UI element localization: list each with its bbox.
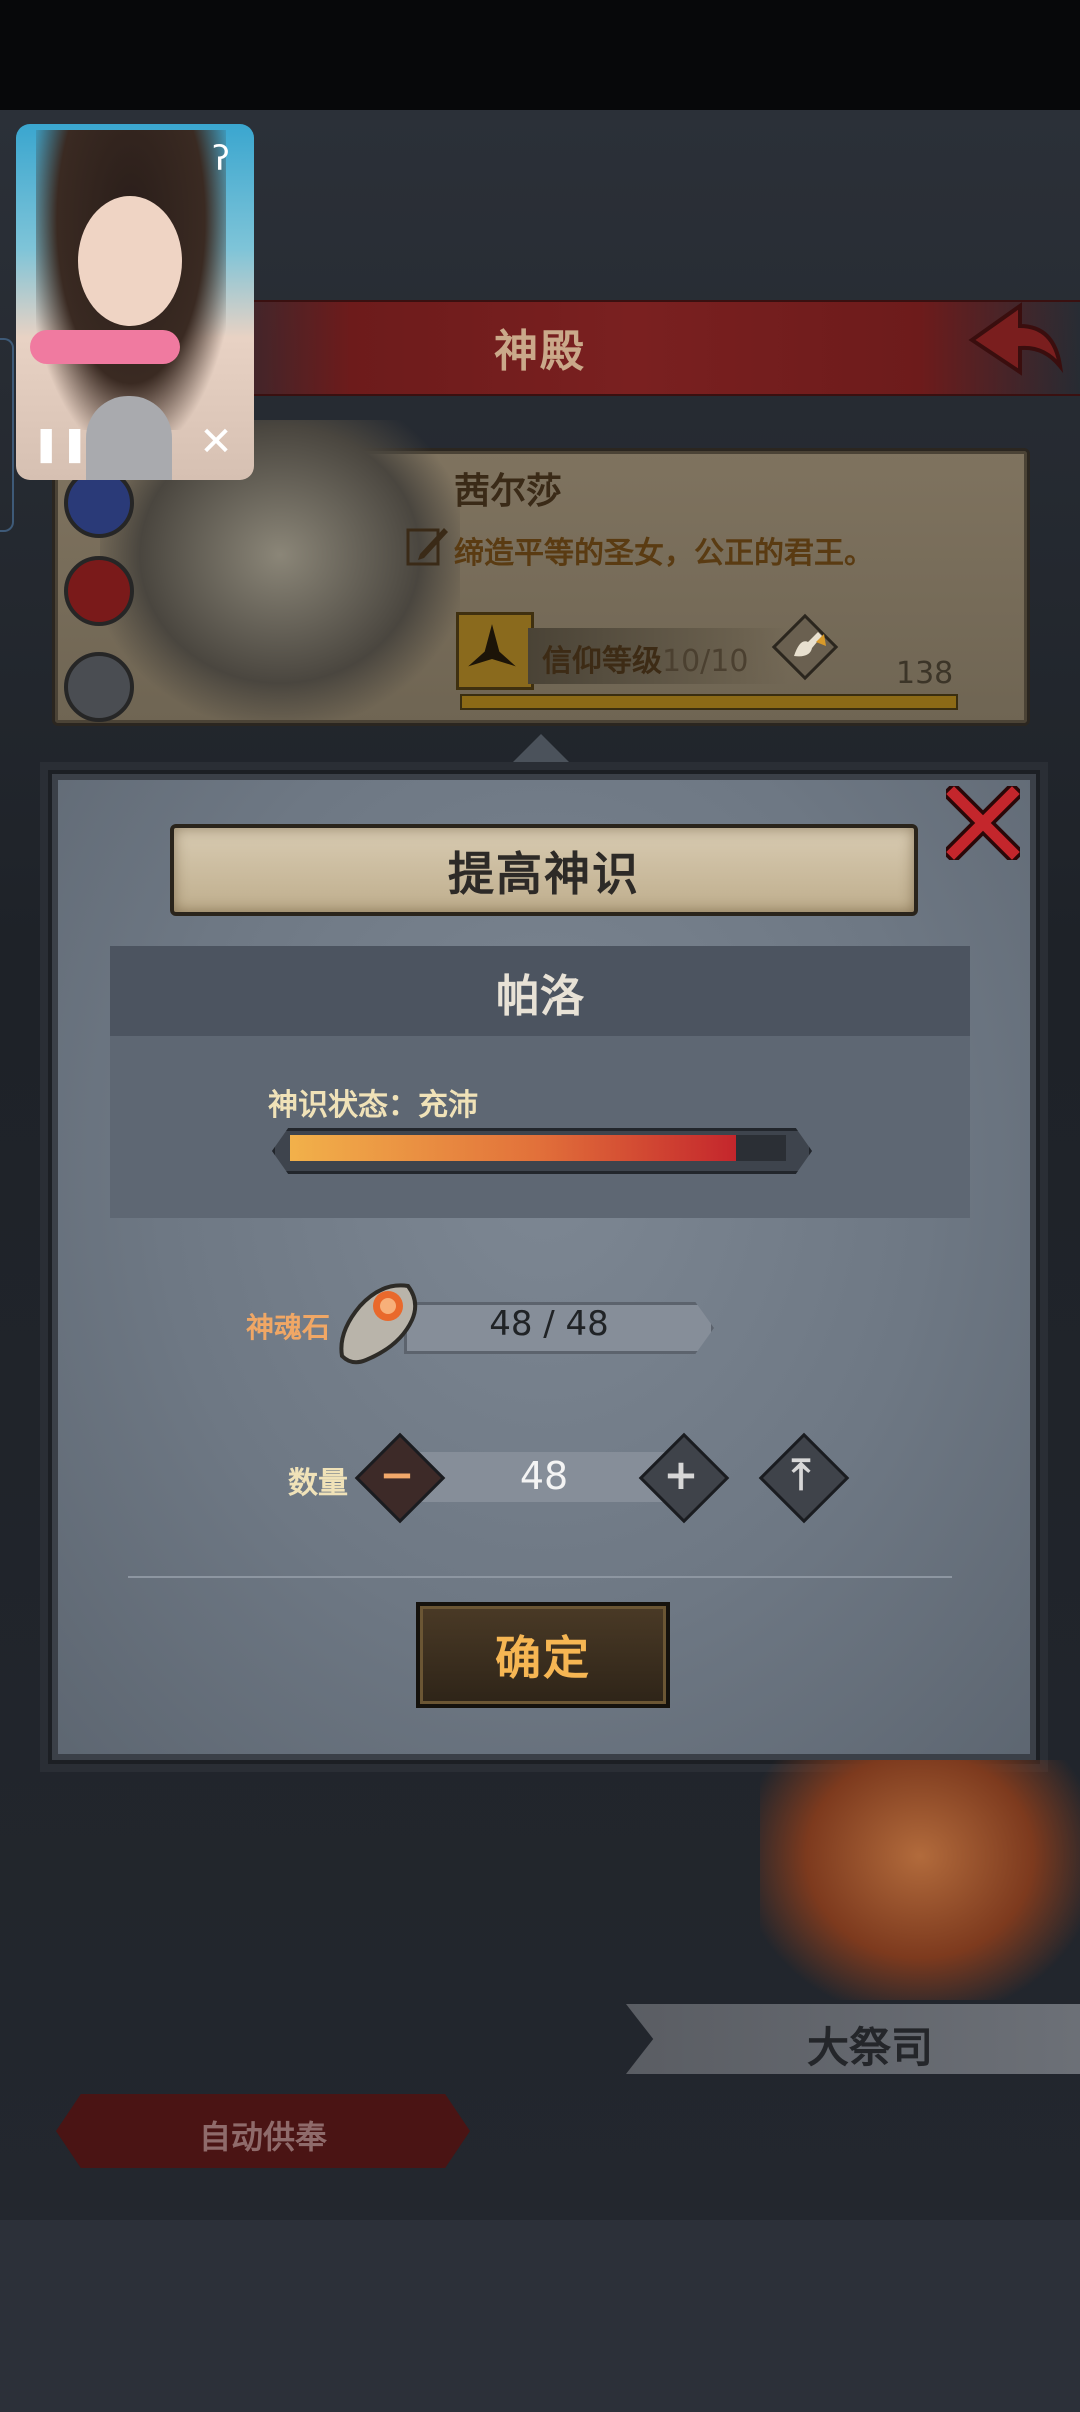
offering-hand-icon[interactable] xyxy=(770,612,840,682)
divine-sense-bar-fill xyxy=(290,1135,737,1161)
auto-offer-label[interactable]: 自动供奉 xyxy=(56,2112,470,2158)
plus-icon[interactable]: + xyxy=(646,1440,716,1510)
page-title: 神殿 xyxy=(494,326,586,377)
max-arrow-icon[interactable]: ⤒ xyxy=(766,1440,836,1510)
pen-icon xyxy=(406,528,448,566)
dialog-title: 提高神识 xyxy=(448,847,640,901)
video-microphone xyxy=(86,396,172,480)
divine-sense-state-label: 神识状态：充沛 xyxy=(268,1088,478,1123)
quantity-label: 数量 xyxy=(288,1466,348,1501)
faith-level-text: 信仰等级 xyxy=(542,644,662,679)
high-priest-name: 大祭司 xyxy=(806,2023,933,2072)
god-description: 缔造平等的圣女，公正的君王。 xyxy=(454,536,874,571)
deity-name: 帕洛 xyxy=(496,971,584,1022)
video-pink-prop xyxy=(30,330,180,364)
confirm-button-label[interactable]: 确定 xyxy=(416,1622,670,1688)
soul-stone-count: 48 / 48 xyxy=(489,1304,609,1344)
faith-progress-bar xyxy=(460,694,958,710)
soul-stone-label: 神魂石 xyxy=(246,1311,331,1344)
god-name: 茜尔莎 xyxy=(454,471,563,512)
dialog-divider xyxy=(128,1576,952,1578)
dialog-close-icon[interactable] xyxy=(946,786,1020,860)
faith-level-value: 10/10 xyxy=(662,644,749,679)
faith-emblem-icon xyxy=(456,612,534,690)
ear-icon[interactable]: ʔ xyxy=(200,138,242,180)
close-icon[interactable]: ✕ xyxy=(194,420,238,464)
edge-drawer-handle[interactable] xyxy=(0,338,14,532)
back-arrow-icon[interactable] xyxy=(968,300,1064,384)
refresh-button[interactable] xyxy=(64,652,134,722)
faith-points: 138 xyxy=(896,656,954,691)
high-priest-portrait xyxy=(760,1760,1080,2000)
cancel-button[interactable] xyxy=(64,556,134,626)
minus-icon[interactable]: − xyxy=(362,1440,432,1510)
bottom-panel xyxy=(0,2220,1080,2412)
pause-icon[interactable]: ❚❚ xyxy=(32,422,89,466)
soul-stone-icon xyxy=(339,1283,418,1365)
quantity-value: 48 xyxy=(519,1454,569,1498)
video-person-face xyxy=(78,196,182,326)
faith-level-label: 信仰等级10/10 xyxy=(542,636,748,680)
dialog-pointer xyxy=(505,734,577,770)
